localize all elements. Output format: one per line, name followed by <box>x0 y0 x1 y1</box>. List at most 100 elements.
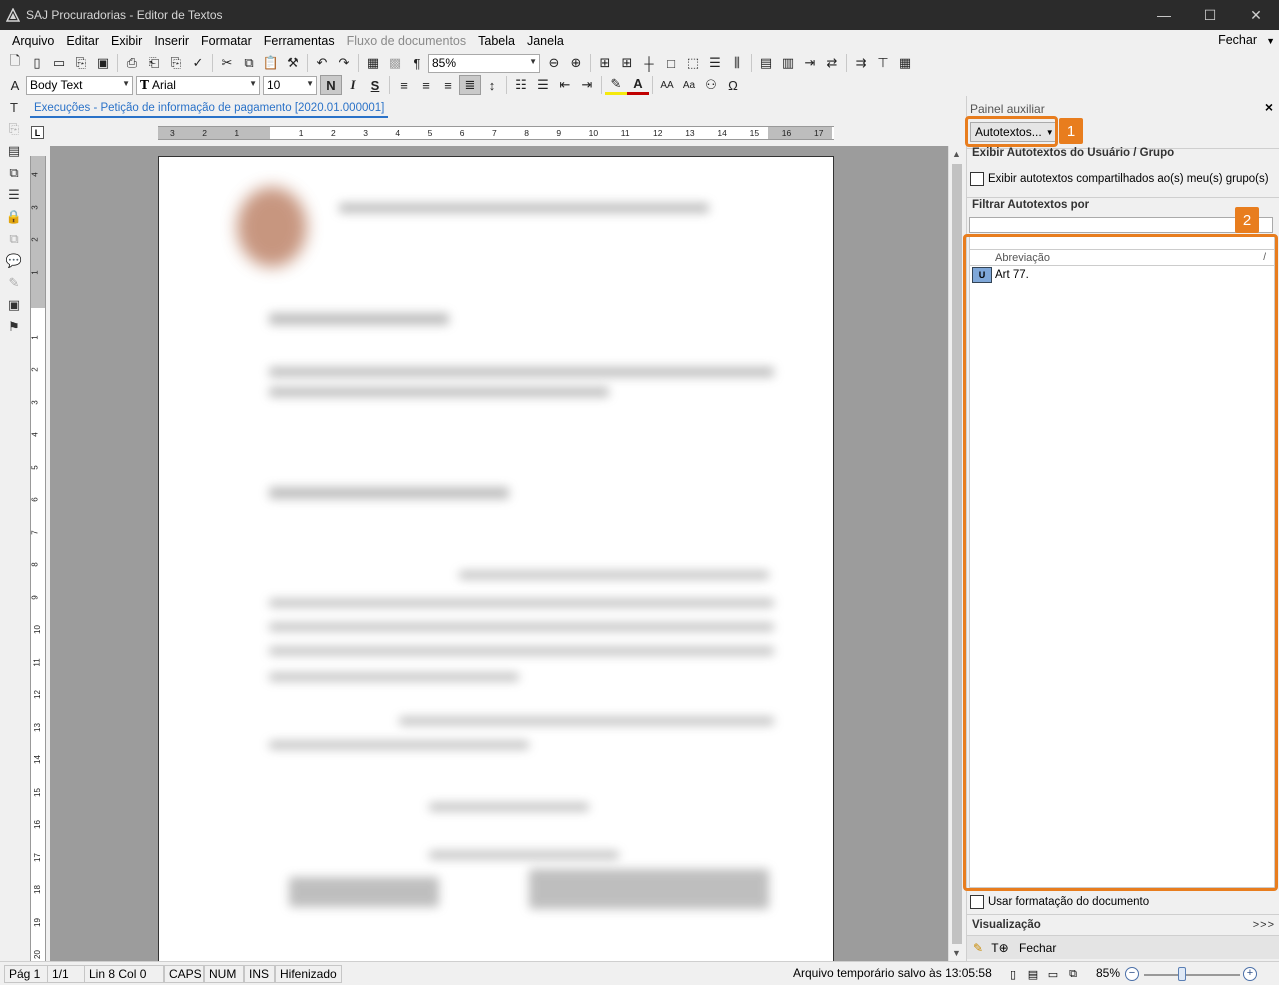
menu-inserir[interactable]: Inserir <box>148 34 195 48</box>
zoom-out-icon[interactable]: ⊖ <box>543 53 565 73</box>
print-icon[interactable]: ⎙ <box>121 53 143 73</box>
table-borders-icon[interactable]: ⊞ <box>594 53 616 73</box>
merge-cell-icon[interactable]: ⇄ <box>821 53 843 73</box>
view-web-icon[interactable]: ▭ <box>1046 967 1060 981</box>
view-normal-icon[interactable]: ▤ <box>1026 967 1040 981</box>
menu-editar[interactable]: Editar <box>60 34 105 48</box>
pin-icon[interactable]: ✎ <box>967 938 989 958</box>
autotext-tool-icon[interactable]: T <box>0 96 28 118</box>
font-color-icon[interactable]: A <box>627 75 649 95</box>
line-spacing-icon[interactable]: ↕ <box>481 75 503 95</box>
scroll-up-icon[interactable]: ▲ <box>952 149 961 159</box>
document-tab[interactable]: Execuções - Petição de informação de pag… <box>30 100 389 118</box>
table-col-icon[interactable]: ⫼ <box>726 53 748 73</box>
panel-fechar-button[interactable]: Fechar <box>1019 941 1056 955</box>
chevron-down-icon[interactable]: ▼ <box>1266 36 1275 46</box>
table-properties-icon[interactable]: ▦ <box>894 53 916 73</box>
maximize-button[interactable]: ☐ <box>1187 0 1233 30</box>
print-preview-icon[interactable]: ⎗ <box>143 53 165 73</box>
insert-autotext-icon[interactable]: T⊕ <box>989 938 1011 958</box>
cut-icon[interactable]: ✂ <box>216 53 238 73</box>
bullet-list-icon[interactable]: ☷ <box>510 75 532 95</box>
table-all-borders-icon[interactable]: ⊞ <box>616 53 638 73</box>
align-right-icon[interactable]: ≡ <box>437 75 459 95</box>
ruler-scale[interactable]: 3 2 1 1 2 3 4 5 6 7 8 9 10 11 12 13 14 15 16 17 <box>158 126 834 140</box>
zoom-slider-thumb[interactable] <box>1178 967 1186 981</box>
document-list-icon[interactable]: ☰ <box>0 184 28 206</box>
tab-stop-selector[interactable]: L <box>31 126 44 139</box>
insert-table-icon[interactable]: ▦ <box>362 53 384 73</box>
strike-button[interactable]: S <box>364 75 386 95</box>
zoom-out-circle-icon[interactable]: − <box>1125 967 1139 981</box>
increase-indent-icon[interactable]: ⇥ <box>576 75 598 95</box>
copy-icon[interactable]: ⧉ <box>238 53 260 73</box>
style-icon[interactable]: A <box>4 75 26 95</box>
use-document-format-checkbox[interactable] <box>970 895 984 909</box>
table-outer-border-icon[interactable]: □ <box>660 53 682 73</box>
new-document-icon[interactable]: ▯ <box>26 53 48 73</box>
align-justify-icon[interactable]: ≣ <box>459 75 481 95</box>
font-combo[interactable]: T Arial ▼ <box>136 75 260 95</box>
view-two-pages-icon[interactable]: ⧉ <box>1066 967 1080 981</box>
menu-fechar[interactable]: Fechar <box>1218 33 1257 47</box>
italic-button[interactable]: I <box>342 75 364 95</box>
menu-ferramentas[interactable]: Ferramentas <box>258 34 341 48</box>
filter-input[interactable] <box>969 217 1273 233</box>
menu-janela[interactable]: Janela <box>521 34 570 48</box>
zoom-in-circle-icon[interactable]: + <box>1243 967 1257 981</box>
document-properties-icon[interactable]: ▤ <box>0 140 28 162</box>
numbered-list-icon[interactable]: ☰ <box>532 75 554 95</box>
undo-icon[interactable]: ↶ <box>311 53 333 73</box>
table-grid-icon[interactable]: ▩ <box>384 53 406 73</box>
table-no-border-icon[interactable]: ⬚ <box>682 53 704 73</box>
zoom-in-icon[interactable]: ⊕ <box>565 53 587 73</box>
view-page-icon[interactable]: ▯ <box>1006 967 1020 981</box>
documents-stack-icon[interactable]: ⧉ <box>0 162 28 184</box>
format-painter-icon[interactable]: ⚒ <box>282 53 304 73</box>
edit-disabled-icon[interactable]: ✎ <box>0 272 28 294</box>
template-tool-icon[interactable]: ⎘ <box>0 118 28 140</box>
uppercase-icon[interactable]: AA <box>656 75 678 95</box>
special-char-icon[interactable]: ⚇ <box>700 75 722 95</box>
insert-col-icon[interactable]: ▥ <box>777 53 799 73</box>
align-center-icon[interactable]: ≡ <box>415 75 437 95</box>
scrollbar-thumb[interactable] <box>952 164 962 944</box>
visualization-expand-button[interactable]: >>> <box>1253 919 1275 931</box>
panel-close-icon[interactable]: × <box>1265 99 1273 115</box>
close-window-button[interactable]: ✕ <box>1233 0 1279 30</box>
comment-icon[interactable]: 💬 <box>0 250 28 272</box>
align-left-icon[interactable]: ≡ <box>393 75 415 95</box>
print-setup-icon[interactable]: ⎘ <box>165 53 187 73</box>
insert-row-icon[interactable]: ▤ <box>755 53 777 73</box>
shared-autotext-checkbox[interactable] <box>970 172 984 186</box>
menu-tabela[interactable]: Tabela <box>472 34 521 48</box>
copy-document-icon[interactable]: ⧉ <box>0 228 28 250</box>
menu-formatar[interactable]: Formatar <box>195 34 258 48</box>
redo-icon[interactable]: ↷ <box>333 53 355 73</box>
zoom-combo[interactable]: 85% ▼ <box>428 53 540 73</box>
spellcheck-icon[interactable]: ✓ <box>187 53 209 73</box>
scroll-down-icon[interactable]: ▼ <box>952 948 961 958</box>
paste-icon[interactable]: 📋 <box>260 53 282 73</box>
decrease-indent-icon[interactable]: ⇤ <box>554 75 576 95</box>
highlight-icon[interactable]: ✎ <box>605 75 627 95</box>
save-icon[interactable]: ▣ <box>92 53 114 73</box>
font-size-combo[interactable]: 10 ▼ <box>263 75 317 95</box>
open-file-icon[interactable]: ⎘ <box>70 53 92 73</box>
new-from-template-icon[interactable]: 🗋 <box>4 53 26 73</box>
lock-document-icon[interactable]: 🔒 <box>0 206 28 228</box>
indent-table-icon[interactable]: ⇉ <box>850 53 872 73</box>
document-canvas[interactable] <box>50 146 948 961</box>
insert-symbol-icon[interactable]: Ω <box>722 75 744 95</box>
table-inner-borders-icon[interactable]: ┼ <box>638 53 660 73</box>
show-formatting-button[interactable]: ¶ <box>406 53 428 73</box>
style-combo[interactable]: Body Text ▼ <box>26 75 133 95</box>
bold-button[interactable]: N <box>320 75 342 95</box>
split-cell-icon[interactable]: ⇥ <box>799 53 821 73</box>
zoom-slider-track[interactable] <box>1144 974 1240 976</box>
lowercase-icon[interactable]: Aa <box>678 75 700 95</box>
minimize-button[interactable]: — <box>1141 0 1187 30</box>
menu-exibir[interactable]: Exibir <box>105 34 148 48</box>
paint-roller-icon[interactable]: ⚑ <box>0 316 28 338</box>
table-tree-icon[interactable]: ⊤ <box>872 53 894 73</box>
